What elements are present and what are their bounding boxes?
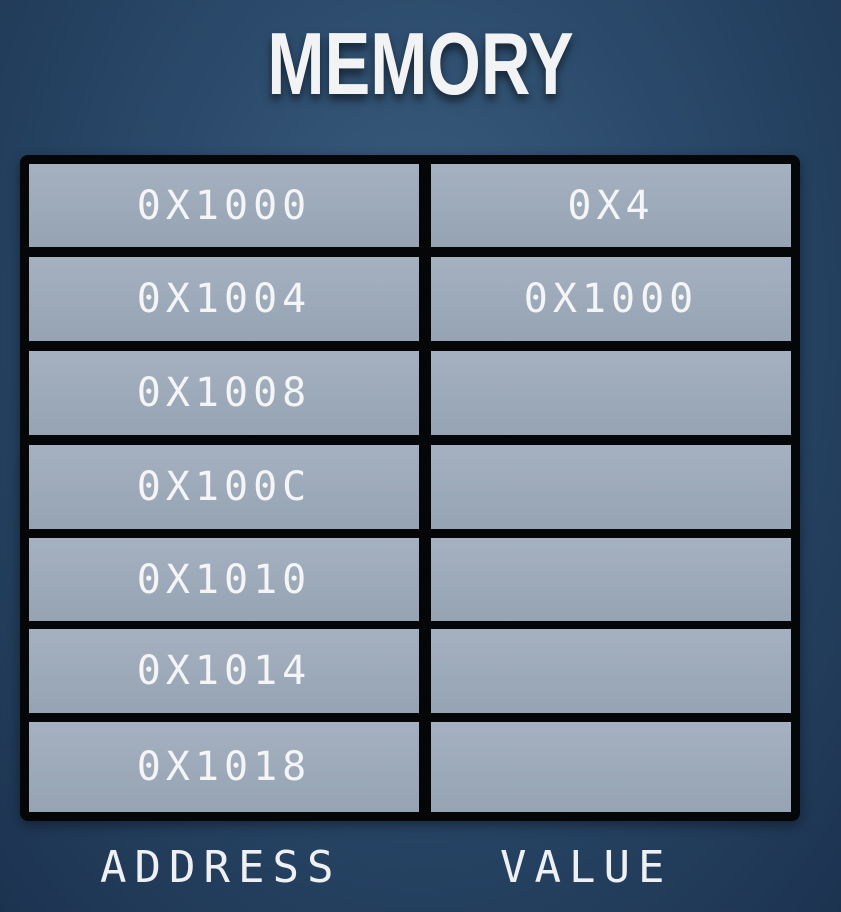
value-cell: [431, 351, 791, 435]
address-cell: 0X1014: [29, 629, 419, 713]
address-cell: 0X1010: [29, 538, 419, 621]
memory-title: MEMORY: [267, 14, 574, 113]
address-cell: 0X1018: [29, 722, 419, 812]
value-cell: [431, 538, 791, 621]
address-cell: 0X1004: [29, 257, 419, 341]
address-cell: 0X1008: [29, 351, 419, 435]
memory-table: 0X1000 0X4 0X1004 0X1000 0X1008 0X100C 0…: [20, 155, 800, 821]
value-cell: 0X1000: [431, 257, 791, 341]
address-cell: 0X1000: [29, 164, 419, 247]
value-cell: 0X4: [431, 164, 791, 247]
value-cell: [431, 445, 791, 529]
value-cell: [431, 722, 791, 812]
value-column-label: VALUE: [500, 842, 673, 893]
value-cell: [431, 629, 791, 713]
address-cell: 0X100C: [29, 445, 419, 529]
address-column-label: ADDRESS: [100, 842, 342, 893]
